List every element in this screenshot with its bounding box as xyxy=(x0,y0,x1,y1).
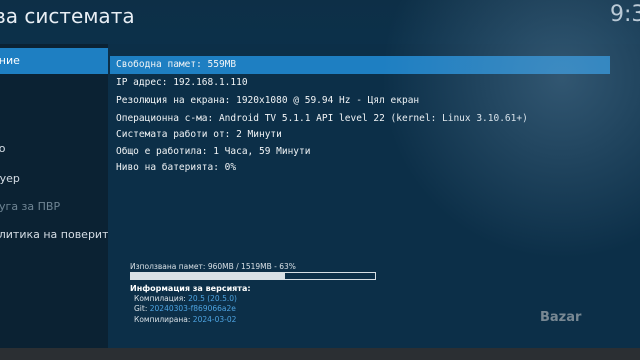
memory-usage-bar xyxy=(130,272,376,280)
info-operating-system: Операционна с-ма: Android TV 5.1.1 API l… xyxy=(116,113,528,124)
sidebar-item-label: ео xyxy=(0,142,6,155)
sidebar-item-label: ение xyxy=(0,54,20,67)
info-ip-address: IP адрес: 192.168.1.110 xyxy=(116,77,248,88)
version-key: Компилация: xyxy=(134,294,186,303)
tv-screen: ение а ео дуер луга за ПВР олитика на по… xyxy=(0,0,640,348)
page-title: ва системата xyxy=(0,4,135,28)
sidebar-item-label: дуер xyxy=(0,172,20,185)
memory-usage-fill xyxy=(131,273,285,279)
sidebar-item-pvr-service[interactable]: луга за ПВР xyxy=(0,194,108,220)
version-key: Git: xyxy=(134,304,148,313)
info-uptime: Системата работи от: 2 Минути xyxy=(116,129,282,140)
version-key: Компилирана: xyxy=(134,315,191,324)
version-row-compiled: Компилирана: 2024-03-02 xyxy=(134,315,236,324)
version-row-build: Компилация: 20.5 (20.5.0) xyxy=(134,294,237,303)
clock: 9:3 xyxy=(610,2,640,27)
version-value: 20240303-f869066a2e xyxy=(149,304,236,313)
sidebar-item-video[interactable]: ео xyxy=(0,136,108,162)
version-value: 20.5 (20.5.0) xyxy=(188,294,237,303)
info-battery-level: Ниво на батерията: 0% xyxy=(116,162,237,173)
sidebar-item-label: олитика на поверите... xyxy=(0,228,108,241)
info-screen-resolution: Резолюция на екрана: 1920x1080 @ 59.94 H… xyxy=(116,95,420,106)
info-free-memory[interactable]: Свободна памет: 559MB xyxy=(110,56,610,74)
bazar-watermark: Bazar xyxy=(540,310,582,325)
sidebar: ение а ео дуер луга за ПВР олитика на по… xyxy=(0,44,108,348)
sidebar-item-general[interactable]: ение xyxy=(0,48,108,74)
tv-bezel xyxy=(0,348,640,360)
sidebar-item-hardware[interactable]: дуер xyxy=(0,166,108,192)
memory-usage-label: Използвана памет: 960MB / 1519MB - 63% xyxy=(130,262,296,271)
version-row-git: Git: 20240303-f869066a2e xyxy=(134,304,236,313)
sidebar-item-label: луга за ПВР xyxy=(0,200,61,213)
version-value: 2024-03-02 xyxy=(192,315,237,324)
info-total-uptime: Общо е работила: 1 Часа, 59 Минути xyxy=(116,146,311,157)
sidebar-item-privacy-policy[interactable]: олитика на поверите... xyxy=(0,222,108,248)
sidebar-item-storage[interactable]: а xyxy=(0,106,108,132)
version-info-title: Информация за версията: xyxy=(130,284,251,293)
